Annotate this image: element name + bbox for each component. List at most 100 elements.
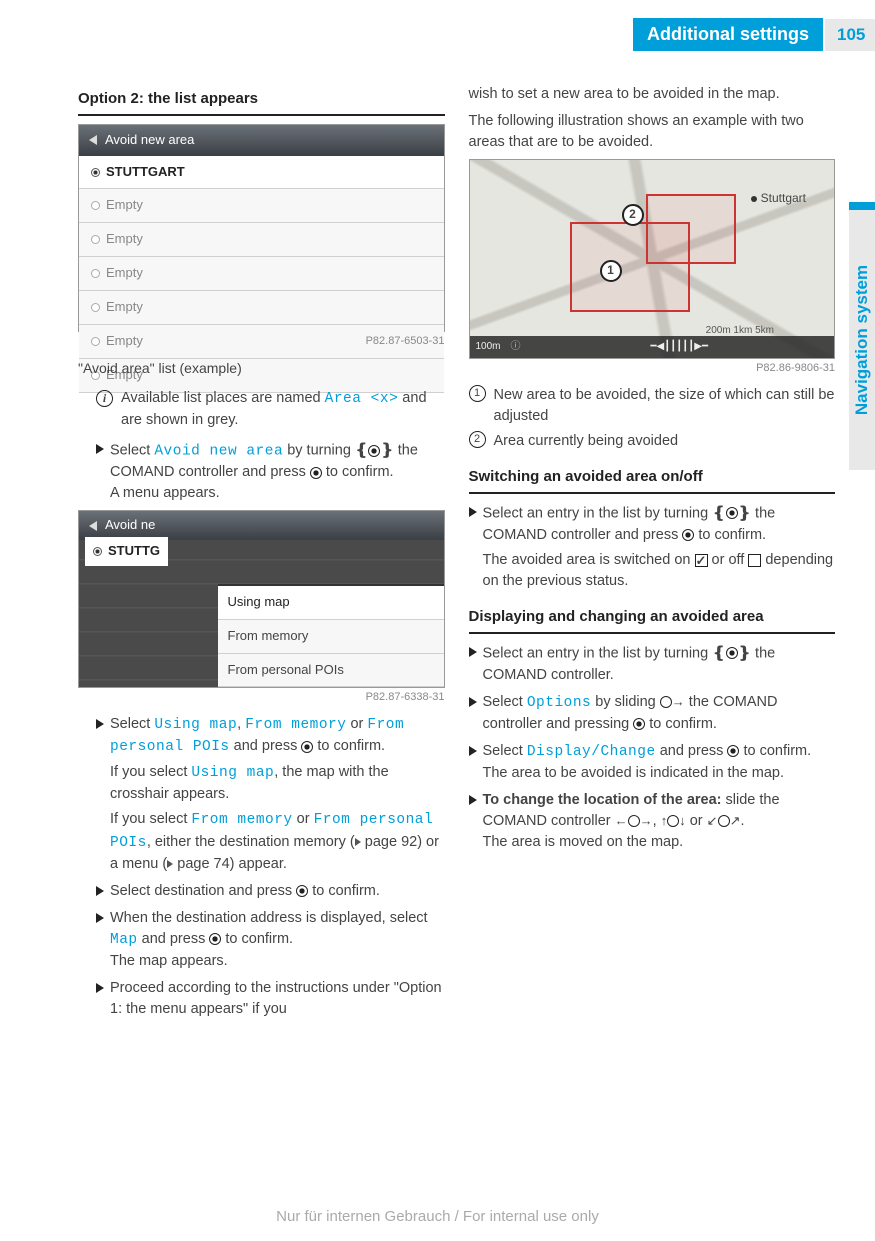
left-column: Option 2: the list appears Avoid new are… [78, 82, 445, 1181]
list-item-label: STUTTGART [106, 163, 185, 182]
radio-on-icon [93, 547, 102, 556]
callout-1-icon: 1 [600, 260, 622, 282]
list-item: STUTTG [85, 537, 168, 566]
step-marker-icon [469, 647, 477, 657]
continuation-text: wish to set a new area to be avoided in … [469, 84, 836, 105]
step-text: When the destination address is displaye… [110, 908, 445, 972]
step: Select Options by sliding → the COMAND c… [469, 692, 836, 735]
figure-id: P82.86-9806-31 [469, 361, 836, 377]
side-tab: Navigation system [849, 210, 875, 470]
content: Option 2: the list appears Avoid new are… [78, 82, 835, 1181]
step-marker-icon [96, 886, 104, 896]
step: Select destination and press to confirm. [78, 881, 445, 902]
controller-press-icon [310, 467, 322, 479]
section-title: Option 2: the list appears [78, 88, 445, 110]
list-item: Empty [79, 257, 444, 291]
callout-1-icon: 1 [469, 385, 486, 402]
step: Select Avoid new area by turning ❴❵ the … [78, 439, 445, 504]
list-item: Empty [79, 223, 444, 257]
section-title: Switching an avoided area on/off [469, 466, 836, 488]
menu-item: From memory [218, 620, 444, 654]
footer-watermark: Nur für internen Gebrauch / For internal… [0, 1208, 875, 1225]
slide-diag-icon: ↗ [730, 812, 741, 831]
step-text: Select an entry in the list by turning ❴… [483, 502, 836, 592]
list-item: Empty [79, 291, 444, 325]
step-text: Select destination and press to confirm. [110, 881, 380, 902]
section-title: Displaying and changing an avoided area [469, 606, 836, 628]
step: Select an entry in the list by turning ❴… [469, 502, 836, 592]
page-number: 105 [825, 19, 875, 51]
callout-2-icon: 2 [622, 204, 644, 226]
radio-off-icon [91, 235, 100, 244]
controller-press-icon [296, 885, 308, 897]
figure-caption: "Avoid area" list (example) [78, 358, 445, 378]
step-text: Select Options by sliding → the COMAND c… [483, 692, 836, 735]
legend-item: 2 Area currently being avoided [469, 431, 836, 452]
page-header: Additional settings 105 [633, 18, 875, 51]
controller-knob-icon [660, 696, 672, 708]
step-text: Select an entry in the list by turning ❴… [483, 642, 836, 686]
header-title: Additional settings [633, 18, 823, 51]
controller-press-icon [682, 529, 694, 541]
controller-press-icon [209, 933, 221, 945]
callout-2-icon: 2 [469, 431, 486, 448]
step: Select Using map, From memory or From pe… [78, 714, 445, 874]
screenshot-avoid-map: Stuttgart 1 2 100m ⓘ ━◀┃┃┃┃┃▶━ 200m 1km … [469, 159, 836, 359]
controller-knob-icon [667, 815, 679, 827]
slide-left-icon: ← [615, 812, 628, 831]
step-marker-icon [96, 913, 104, 923]
step-text: Select Avoid new area by turning ❴❵ the … [110, 439, 445, 504]
map-city-label: Stuttgart [751, 190, 806, 207]
step-marker-icon [469, 746, 477, 756]
step-marker-icon [469, 795, 477, 805]
controller-knob-icon [726, 507, 738, 519]
screenshot-source-menu: Avoid ne STUTTG Using map From memory Fr… [78, 510, 445, 688]
controller-knob-icon [726, 647, 738, 659]
step: When the destination address is displaye… [78, 908, 445, 972]
controller-turn-icon: ❴ [712, 505, 725, 522]
step-marker-icon [469, 507, 477, 517]
back-arrow-icon [89, 521, 97, 531]
shot-header: Avoid new area [79, 125, 444, 156]
controller-press-icon [633, 718, 645, 730]
controller-knob-icon [368, 445, 380, 457]
map-scale-bar: 100m ⓘ ━◀┃┃┃┃┃▶━ 200m 1km 5km [470, 336, 835, 359]
controller-knob-icon [718, 815, 730, 827]
step: Proceed according to the instructions un… [78, 978, 445, 1020]
screenshot-avoid-area-list: Avoid new area STUTTGART Empty Empty Emp… [78, 124, 445, 332]
info-icon: i [96, 390, 113, 407]
info-note: i Available list places are named Area <… [78, 388, 445, 431]
rule [469, 492, 836, 494]
figure-id: P82.87-6338-31 [78, 690, 445, 706]
step: Select Display/Change and press to confi… [469, 741, 836, 784]
rule [469, 632, 836, 634]
step-marker-icon [96, 444, 104, 454]
popup-menu: Using map From memory From personal POIs [218, 584, 444, 688]
step-text: Proceed according to the instructions un… [110, 978, 445, 1020]
controller-turn-icon: ❴ [355, 442, 368, 459]
continuation-text: The following illustration shows an exam… [469, 111, 836, 153]
shot-header: Avoid ne [79, 511, 444, 540]
step-text: Select Display/Change and press to confi… [483, 741, 812, 784]
radio-off-icon [91, 201, 100, 210]
menu-item: Using map [218, 586, 444, 620]
rule [78, 114, 445, 116]
controller-press-icon [301, 741, 313, 753]
step-text: Select Using map, From memory or From pe… [110, 714, 445, 874]
step-marker-icon [96, 983, 104, 993]
menu-item: From personal POIs [218, 654, 444, 688]
radio-off-icon [91, 269, 100, 278]
step-text: To change the location of the area: slid… [483, 790, 836, 853]
step-marker-icon [469, 697, 477, 707]
slide-diag-icon: ↙ [707, 812, 718, 831]
radio-off-icon [91, 337, 100, 346]
list-item: Empty [79, 189, 444, 223]
checkbox-off-icon [748, 554, 761, 567]
checkbox-on-icon [695, 554, 708, 567]
controller-press-icon [727, 745, 739, 757]
back-arrow-icon [89, 135, 97, 145]
slide-right-icon: → [672, 693, 685, 712]
side-tab-label: Navigation system [852, 265, 872, 415]
list-item: STUTTGART [79, 156, 444, 190]
step: To change the location of the area: slid… [469, 790, 836, 853]
